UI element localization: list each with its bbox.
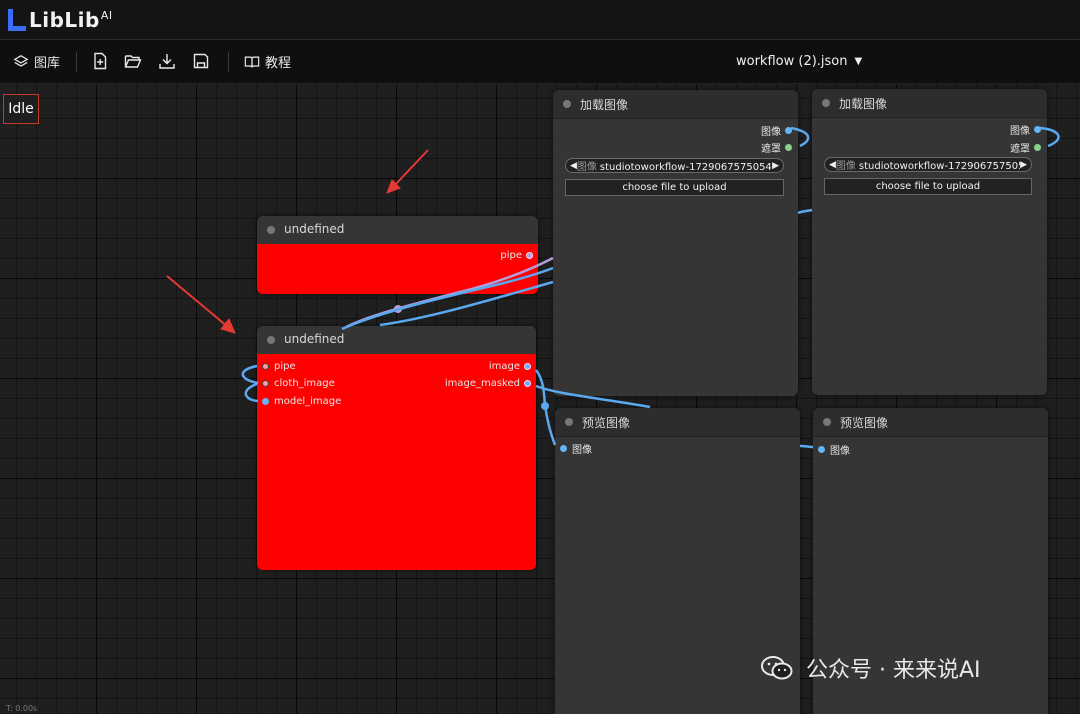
node-collapse-dot[interactable] (565, 418, 573, 426)
upload-button[interactable]: choose file to upload (824, 178, 1032, 195)
node-title: 加载图像 (839, 97, 888, 111)
execution-timer: T: 0.00s (6, 704, 38, 713)
node-collapse-dot[interactable] (822, 99, 830, 107)
slot-dot[interactable] (785, 144, 792, 151)
workflow-title-dropdown[interactable]: workflow (2).json ▼ (736, 54, 862, 69)
workflow-title: workflow (2).json (736, 54, 848, 69)
node-header[interactable]: undefined (257, 326, 536, 355)
output-slot-mask[interactable]: 遮罩 (761, 140, 792, 155)
folder-open-icon (124, 55, 142, 68)
output-slot-image-masked[interactable]: image_masked (445, 378, 531, 389)
input-slot-model-image[interactable]: model_image (262, 396, 341, 407)
upload-button[interactable]: choose file to upload (565, 179, 784, 196)
node-title: 加载图像 (580, 98, 629, 112)
logo-text: LibLibAI (29, 8, 113, 32)
node-title: 预览图像 (840, 416, 889, 430)
image-file-combo[interactable]: ◀ 图像studiotoworkflow-1729067575054null ▶ (824, 157, 1032, 172)
node-title: undefined (284, 332, 345, 346)
combo-label: 图像 (835, 161, 856, 172)
node-header[interactable]: undefined (257, 216, 538, 245)
combo-prev-arrow-icon[interactable]: ◀ (570, 161, 577, 171)
combo-value: studiotoworkflow-1729067575054null (858, 161, 1020, 172)
input-slot-image[interactable]: 图像 (560, 441, 592, 456)
output-slot-mask[interactable]: 遮罩 (1010, 140, 1041, 155)
book-icon (244, 56, 260, 67)
new-file-button[interactable] (91, 52, 109, 70)
output-slot-image[interactable]: 图像 (761, 123, 792, 138)
open-folder-button[interactable] (124, 52, 142, 70)
node-body: pipe cloth_image model_image image image… (257, 354, 536, 570)
slot-dot[interactable] (262, 380, 269, 387)
tutorial-button[interactable]: 教程 (244, 52, 291, 71)
save-icon (193, 53, 209, 69)
node-title: undefined (284, 222, 345, 236)
slot-dot[interactable] (262, 363, 269, 370)
slot-dot[interactable] (818, 446, 825, 453)
toolbar-divider (76, 52, 77, 72)
slot-dot[interactable] (1034, 144, 1041, 151)
node-collapse-dot[interactable] (267, 336, 275, 344)
input-slot-cloth-image[interactable]: cloth_image (262, 378, 335, 389)
slot-dot[interactable] (526, 252, 533, 259)
node-collapse-dot[interactable] (267, 226, 275, 234)
toolbar-divider (228, 52, 229, 72)
slot-dot[interactable] (560, 445, 567, 452)
liblib-logo[interactable]: LibLibAI (8, 8, 113, 32)
layers-icon (13, 54, 29, 67)
slot-dot[interactable] (524, 380, 531, 387)
output-slot-image[interactable]: 图像 (1010, 122, 1041, 137)
node-header[interactable]: 预览图像 (813, 408, 1048, 437)
logo-mark-icon (8, 9, 26, 31)
gallery-button[interactable]: 图库 (13, 52, 60, 71)
output-slot-pipe[interactable]: pipe (500, 250, 533, 261)
top-bar: LibLibAI (0, 0, 1080, 40)
node-body: pipe (257, 244, 538, 294)
download-icon (159, 54, 175, 69)
output-slot-image[interactable]: image (489, 361, 531, 372)
combo-next-arrow-icon[interactable]: ▶ (1020, 160, 1027, 170)
combo-label: 图像 (576, 162, 597, 173)
node-collapse-dot[interactable] (563, 100, 571, 108)
wechat-icon (761, 656, 793, 680)
node-tryon[interactable]: undefined pipe cloth_image model_image i… (257, 326, 536, 570)
wechat-watermark: 公众号 · 来来说AI (760, 652, 981, 684)
slot-dot[interactable] (785, 127, 792, 134)
watermark-text: 公众号 · 来来说AI (806, 658, 981, 683)
new-file-icon (94, 52, 107, 70)
node-header[interactable]: 预览图像 (555, 408, 800, 437)
slot-dot[interactable] (1034, 126, 1041, 133)
toolbar: 图库 教程 workflow (2).json ▼ (0, 40, 1080, 84)
node-header[interactable]: 加载图像 (812, 89, 1047, 118)
node-load-image-2[interactable]: 加载图像 图像 遮罩 ◀ 图像 studiotoworkflow-17290675… (812, 89, 1047, 395)
tutorial-label: 教程 (265, 56, 292, 71)
node-pipe-loader[interactable]: undefined pipe (257, 216, 538, 294)
comfy-workflow-editor: LibLibAI 图库 教程 workflow (2).json ▼ undef… (0, 0, 1080, 714)
slot-dot[interactable] (262, 398, 269, 405)
node-title: 预览图像 (582, 416, 631, 430)
node-collapse-dot[interactable] (823, 418, 831, 426)
input-slot-image[interactable]: 图像 (818, 442, 850, 457)
caret-down-icon: ▼ (854, 56, 863, 67)
combo-prev-arrow-icon[interactable]: ◀ (829, 160, 836, 170)
gallery-label: 图库 (34, 56, 61, 71)
image-file-combo[interactable]: ◀ 图像studiotoworkflow-1729067575054null ▶ (565, 158, 784, 173)
download-button[interactable] (158, 52, 176, 70)
queue-status: Idle (3, 94, 39, 124)
combo-next-arrow-icon[interactable]: ▶ (772, 161, 779, 171)
input-slot-pipe[interactable]: pipe (262, 361, 296, 372)
save-button[interactable] (192, 52, 210, 70)
node-load-image-1[interactable]: 加载图像 图像 遮罩 ◀ 图像 studiotoworkflow-17290675… (553, 90, 798, 396)
slot-dot[interactable] (524, 363, 531, 370)
combo-value: studiotoworkflow-1729067575054null (599, 162, 773, 173)
node-header[interactable]: 加载图像 (553, 90, 798, 119)
